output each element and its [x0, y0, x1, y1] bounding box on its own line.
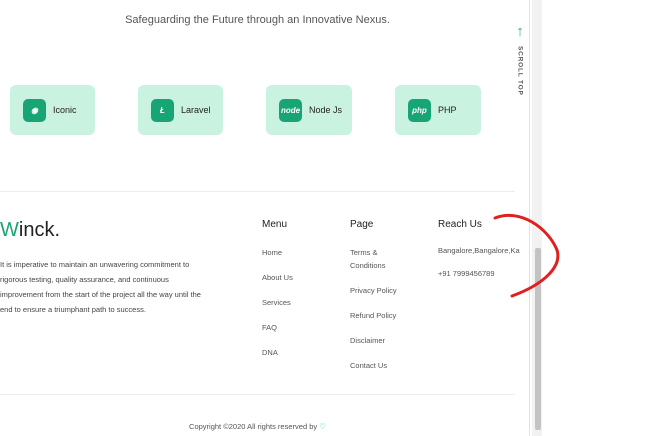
- red-annotation-mark: [493, 213, 560, 298]
